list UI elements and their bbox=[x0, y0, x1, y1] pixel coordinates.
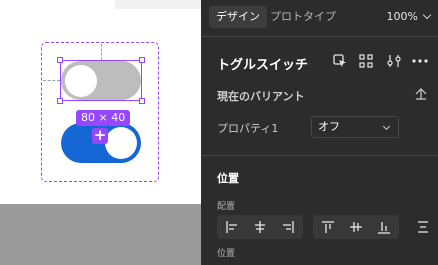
component-name: トグルスイッチ bbox=[217, 58, 309, 73]
spacing-guide-vertical bbox=[101, 44, 102, 60]
align-left-icon[interactable] bbox=[218, 215, 246, 239]
collapse-icon[interactable] bbox=[413, 86, 431, 104]
properties-panel: デザイン プロトタイプ 100% トグルスイッチ 現在のバリアント プロパティ1… bbox=[201, 0, 438, 265]
zoom-dropdown[interactable]: 100% bbox=[386, 10, 432, 23]
align-bottom-icon[interactable] bbox=[370, 215, 398, 239]
add-variant-button[interactable]: + bbox=[92, 128, 108, 144]
resize-handle-bottom-right[interactable] bbox=[139, 98, 145, 104]
chevron-down-icon bbox=[422, 10, 432, 20]
spacing-guide-horizontal bbox=[43, 80, 60, 81]
vertical-align-group bbox=[313, 215, 399, 239]
divider bbox=[201, 36, 438, 37]
zoom-value: 100% bbox=[386, 10, 418, 23]
tab-prototype[interactable]: プロトタイプ bbox=[263, 6, 343, 28]
current-variant-heading: 現在のバリアント bbox=[217, 90, 305, 103]
canvas-frame-edge bbox=[115, 0, 201, 9]
design-canvas[interactable]: 80 × 40 + bbox=[0, 0, 201, 265]
selection-box bbox=[60, 60, 142, 101]
align-center-vertical-icon[interactable] bbox=[342, 215, 370, 239]
resize-handle-top-right[interactable] bbox=[139, 57, 145, 63]
panel-tabs: デザイン プロトタイプ 100% bbox=[201, 0, 438, 36]
position-section-heading: 位置 bbox=[217, 172, 239, 185]
tab-design[interactable]: デザイン bbox=[209, 6, 267, 28]
align-center-horizontal-icon[interactable] bbox=[246, 215, 274, 239]
toggle-knob bbox=[105, 127, 137, 159]
resize-handle-bottom-left[interactable] bbox=[57, 98, 63, 104]
variants-grid-icon[interactable] bbox=[357, 52, 375, 70]
alignment-label: 配置 bbox=[217, 202, 236, 212]
divider bbox=[201, 155, 438, 156]
adjust-icon[interactable] bbox=[385, 52, 403, 70]
horizontal-align-group bbox=[217, 215, 303, 239]
position-label: 位置 bbox=[217, 249, 236, 259]
property-value-select[interactable]: オフ bbox=[311, 116, 399, 138]
size-badge: 80 × 40 bbox=[76, 110, 131, 126]
more-icon[interactable] bbox=[411, 52, 429, 70]
go-to-main-component-icon[interactable] bbox=[331, 52, 349, 70]
property-label: プロパティ1 bbox=[217, 122, 279, 135]
align-right-icon[interactable] bbox=[274, 215, 302, 239]
property-value: オフ bbox=[318, 120, 340, 133]
align-top-icon[interactable] bbox=[314, 215, 342, 239]
resize-handle-top-left[interactable] bbox=[57, 57, 63, 63]
chevron-down-icon bbox=[382, 122, 391, 131]
distribute-icon[interactable] bbox=[409, 215, 437, 239]
